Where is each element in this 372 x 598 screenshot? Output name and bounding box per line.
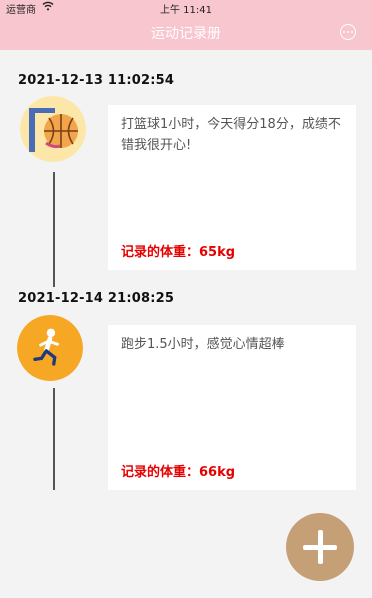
- timeline-connector: [53, 388, 55, 490]
- record-date: 2021-12-14 21:08:25: [18, 291, 175, 306]
- record-note: 打篮球1小时，今天得分18分，成绩不错我很开心!: [121, 117, 341, 153]
- plus-icon-v: [318, 530, 323, 564]
- page-title: 运动记录册: [151, 26, 221, 42]
- record-card[interactable]: 跑步1.5小时，感觉心情超棒 记录的体重：66kg: [108, 325, 356, 490]
- weight-value: 66kg: [199, 465, 236, 480]
- more-options-button[interactable]: [340, 24, 356, 40]
- dot-icon: [347, 31, 349, 33]
- basketball-icon: [20, 96, 86, 162]
- record-note: 跑步1.5小时，感觉心情超棒: [121, 337, 285, 352]
- dot-icon: [343, 31, 345, 33]
- nav-bar: 运动记录册: [0, 14, 372, 50]
- weight-value: 65kg: [199, 245, 236, 260]
- running-icon: [17, 315, 83, 381]
- record-weight: 记录的体重：66kg: [121, 461, 235, 480]
- weight-label: 记录的体重：: [121, 465, 200, 480]
- record-weight: 记录的体重：65kg: [121, 241, 235, 260]
- weight-label: 记录的体重：: [121, 245, 200, 260]
- record-date: 2021-12-13 11:02:54: [18, 73, 175, 88]
- status-bar: 运营商 上午 11:41: [0, 0, 372, 16]
- dot-icon: [351, 31, 353, 33]
- timeline-connector: [53, 172, 55, 287]
- record-card[interactable]: 打篮球1小时，今天得分18分，成绩不错我很开心! 记录的体重：65kg: [108, 105, 356, 270]
- add-record-button[interactable]: [286, 513, 354, 581]
